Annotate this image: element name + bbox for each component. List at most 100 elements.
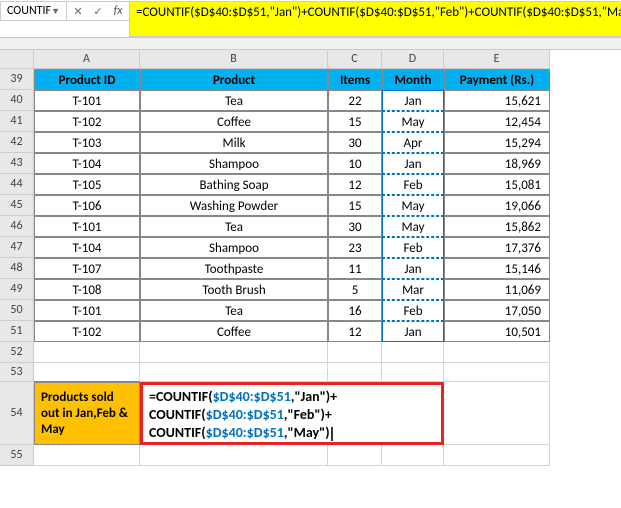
row-header[interactable]: 54 [0, 382, 34, 445]
cell-payment[interactable]: 18,969 [444, 153, 550, 174]
cell-payment[interactable]: 19,066 [444, 195, 550, 216]
cell-month[interactable]: Jan [382, 153, 444, 174]
cell-month[interactable]: Jan [382, 321, 444, 342]
cell-month[interactable]: Feb [382, 237, 444, 258]
empty-cell[interactable] [140, 445, 328, 466]
row-header[interactable]: 44 [0, 174, 34, 195]
cell-product[interactable]: Shampoo [140, 237, 328, 258]
cell-payment[interactable]: 15,862 [444, 216, 550, 237]
empty-cell[interactable] [34, 445, 140, 466]
row-header[interactable]: 42 [0, 132, 34, 153]
cell-product-id[interactable]: T-102 [34, 111, 140, 132]
cell-product-id[interactable]: T-103 [34, 132, 140, 153]
row-header[interactable]: 50 [0, 300, 34, 321]
header-payment[interactable]: Payment (Rs.) [444, 69, 550, 90]
cell-payment[interactable]: 15,621 [444, 90, 550, 111]
empty-cell[interactable] [140, 342, 328, 363]
cell-product-id[interactable]: T-101 [34, 90, 140, 111]
cell-payment[interactable]: 17,050 [444, 300, 550, 321]
empty-cell[interactable] [444, 382, 550, 445]
summary-label[interactable]: Products sold out in Jan,Feb & May [34, 382, 140, 445]
header-month[interactable]: Month [382, 69, 444, 90]
empty-cell[interactable] [382, 342, 444, 363]
cell-payment[interactable]: 10,501 [444, 321, 550, 342]
cell-product-id[interactable]: T-106 [34, 195, 140, 216]
cell-product-id[interactable]: T-108 [34, 279, 140, 300]
cell-items[interactable]: 22 [328, 90, 382, 111]
cell-product[interactable]: Tea [140, 90, 328, 111]
row-header[interactable]: 41 [0, 111, 34, 132]
row-header[interactable]: 47 [0, 237, 34, 258]
cell-items[interactable]: 15 [328, 111, 382, 132]
cell-product-id[interactable]: T-101 [34, 216, 140, 237]
col-header-e[interactable]: E [444, 50, 550, 69]
cell-month[interactable]: Feb [382, 300, 444, 321]
cell-items[interactable]: 23 [328, 237, 382, 258]
cell-items[interactable]: 30 [328, 132, 382, 153]
header-items[interactable]: Items [328, 69, 382, 90]
cell-payment[interactable]: 15,081 [444, 174, 550, 195]
row-header[interactable]: 49 [0, 279, 34, 300]
empty-cell[interactable] [328, 363, 382, 382]
col-header-c[interactable]: C [328, 50, 382, 69]
cell-items[interactable]: 5 [328, 279, 382, 300]
cancel-icon[interactable]: ✕ [71, 5, 85, 18]
cell-month[interactable]: May [382, 195, 444, 216]
cell-product-id[interactable]: T-105 [34, 174, 140, 195]
cell-month[interactable]: Jan [382, 258, 444, 279]
select-all-corner[interactable] [0, 50, 34, 69]
fx-icon[interactable]: fx [111, 4, 125, 18]
empty-cell[interactable] [328, 445, 382, 466]
cell-items[interactable]: 12 [328, 321, 382, 342]
row-header[interactable]: 45 [0, 195, 34, 216]
empty-cell[interactable] [382, 445, 444, 466]
formula-input[interactable]: =COUNTIF($D$40:$D$51,"Jan")+COUNTIF($D$4… [129, 1, 621, 37]
cell-product-id[interactable]: T-104 [34, 153, 140, 174]
cell-product[interactable]: Tea [140, 216, 328, 237]
chevron-down-icon[interactable]: ▼ [51, 6, 60, 17]
cell-month[interactable]: Apr [382, 132, 444, 153]
cell-items[interactable]: 30 [328, 216, 382, 237]
cell-items[interactable]: 16 [328, 300, 382, 321]
cell-payment[interactable]: 12,454 [444, 111, 550, 132]
cell-product[interactable]: Shampoo [140, 153, 328, 174]
cell-items[interactable]: 10 [328, 153, 382, 174]
cell-month[interactable]: May [382, 111, 444, 132]
row-header[interactable]: 40 [0, 90, 34, 111]
cell-month[interactable]: Mar [382, 279, 444, 300]
header-product[interactable]: Product [140, 69, 328, 90]
cell-product[interactable]: Coffee [140, 111, 328, 132]
row-header[interactable]: 53 [0, 363, 34, 382]
cell-product-id[interactable]: T-107 [34, 258, 140, 279]
cell-product[interactable]: Bathing Soap [140, 174, 328, 195]
cell-product[interactable]: Washing Powder [140, 195, 328, 216]
empty-cell[interactable] [382, 363, 444, 382]
name-box[interactable]: COUNTIF ▼ [0, 1, 67, 21]
cell-product[interactable]: Milk [140, 132, 328, 153]
col-header-b[interactable]: B [140, 50, 328, 69]
row-header[interactable]: 39 [0, 69, 34, 90]
row-header[interactable]: 43 [0, 153, 34, 174]
row-header[interactable]: 51 [0, 321, 34, 342]
row-header[interactable]: 46 [0, 216, 34, 237]
empty-cell[interactable] [34, 342, 140, 363]
cell-month[interactable]: May [382, 216, 444, 237]
empty-cell[interactable] [140, 363, 328, 382]
accept-icon[interactable]: ✓ [91, 5, 105, 18]
cell-product[interactable]: Tea [140, 300, 328, 321]
row-header[interactable]: 48 [0, 258, 34, 279]
col-header-d[interactable]: D [382, 50, 444, 69]
header-product-id[interactable]: Product ID [34, 69, 140, 90]
formula-result-cell[interactable]: =COUNTIF($D$40:$D$51,"Jan")+ COUNTIF($D$… [140, 382, 444, 445]
empty-cell[interactable] [444, 342, 550, 363]
cell-items[interactable]: 11 [328, 258, 382, 279]
empty-cell[interactable] [328, 342, 382, 363]
empty-cell[interactable] [444, 363, 550, 382]
cell-product-id[interactable]: T-104 [34, 237, 140, 258]
cell-product-id[interactable]: T-102 [34, 321, 140, 342]
cell-items[interactable]: 15 [328, 195, 382, 216]
cell-month[interactable]: Feb [382, 174, 444, 195]
cell-product[interactable]: Coffee [140, 321, 328, 342]
cell-items[interactable]: 12 [328, 174, 382, 195]
row-header[interactable]: 55 [0, 445, 34, 466]
